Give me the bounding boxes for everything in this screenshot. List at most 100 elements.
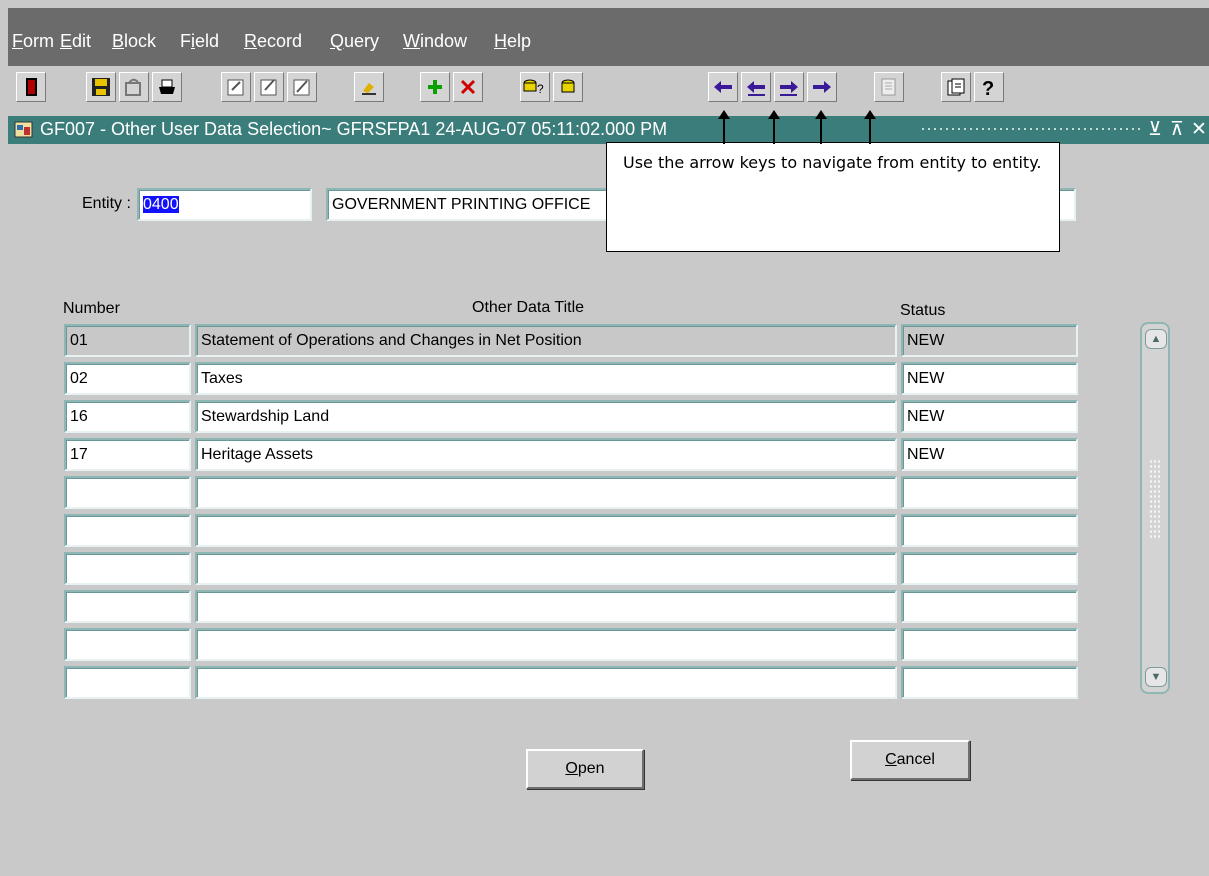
callout-pointer-arrow xyxy=(718,110,730,144)
exit-button[interactable] xyxy=(16,72,46,102)
execute-query-icon xyxy=(561,79,575,93)
row-title-cell[interactable] xyxy=(195,514,897,547)
enter-query-icon: ? xyxy=(523,79,544,96)
row-title-cell[interactable]: Taxes xyxy=(195,362,897,395)
open-button[interactable]: Open xyxy=(526,749,644,789)
scroll-down-button[interactable]: ▼ xyxy=(1145,667,1167,687)
options-button[interactable] xyxy=(941,72,971,102)
table-scrollbar[interactable]: ▲ ▼ xyxy=(1140,322,1170,694)
row-title-cell[interactable] xyxy=(195,552,897,585)
row-status-cell[interactable] xyxy=(901,514,1078,547)
previous-block-button[interactable] xyxy=(708,72,738,102)
rollback-button[interactable] xyxy=(119,72,149,102)
row-title-cell[interactable]: Stewardship Land xyxy=(195,400,897,433)
row-status-cell[interactable]: NEW xyxy=(901,362,1078,395)
row-title-cell[interactable] xyxy=(195,628,897,661)
row-status-cell[interactable] xyxy=(901,590,1078,623)
clear-block-button[interactable] xyxy=(287,72,317,102)
toolbar: ? ? xyxy=(8,66,1209,116)
minimize-icon[interactable]: ⊻ xyxy=(1148,118,1162,141)
save-button[interactable] xyxy=(86,72,116,102)
row-status-cell[interactable]: NEW xyxy=(901,324,1078,357)
window-title-bar[interactable]: GF007 - Other User Data Selection~ GFRSF… xyxy=(8,116,1209,144)
row-number-cell[interactable]: 16 xyxy=(64,400,191,433)
menu-form[interactable]: Form xyxy=(12,31,54,52)
next-record-button[interactable] xyxy=(774,72,804,102)
menu-field[interactable]: Field xyxy=(180,31,219,52)
row-number-cell[interactable] xyxy=(64,666,191,699)
callout-note: Use the arrow keys to navigate from enti… xyxy=(606,142,1060,252)
rollback-icon xyxy=(125,78,141,96)
row-title-cell[interactable]: Heritage Assets xyxy=(195,438,897,471)
clear-record-button[interactable] xyxy=(254,72,284,102)
clear-field-icon xyxy=(227,79,244,96)
row-number-cell[interactable] xyxy=(64,628,191,661)
clear-field-button[interactable] xyxy=(221,72,251,102)
menu-edit[interactable]: Edit xyxy=(60,31,91,52)
menu-record[interactable]: Record xyxy=(244,31,302,52)
menu-query[interactable]: Query xyxy=(330,31,379,52)
row-number-cell[interactable] xyxy=(64,552,191,585)
previous-record-button[interactable] xyxy=(741,72,771,102)
row-title-cell[interactable] xyxy=(195,476,897,509)
edit-button[interactable] xyxy=(354,72,384,102)
svg-text:?: ? xyxy=(537,82,544,96)
window-title: GF007 - Other User Data Selection~ GFRSF… xyxy=(40,119,668,139)
row-status-cell[interactable]: NEW xyxy=(901,438,1078,471)
remove-record-button[interactable] xyxy=(453,72,483,102)
options-icon xyxy=(947,78,965,96)
exit-icon xyxy=(26,78,37,96)
menu-window[interactable]: Window xyxy=(403,31,467,52)
row-title-cell[interactable] xyxy=(195,666,897,699)
insert-record-button[interactable] xyxy=(420,72,450,102)
row-number-cell[interactable] xyxy=(64,590,191,623)
row-status-cell[interactable] xyxy=(901,666,1078,699)
menu-bar: Form Edit Block Field Record Query Windo… xyxy=(8,8,1209,66)
execute-query-button[interactable] xyxy=(553,72,583,102)
previous-record-icon xyxy=(747,81,765,96)
row-number-cell[interactable] xyxy=(64,514,191,547)
row-status-cell[interactable] xyxy=(901,552,1078,585)
entity-name-value: GOVERNMENT PRINTING OFFICE xyxy=(332,196,591,213)
scroll-grip[interactable] xyxy=(1149,459,1161,539)
chevron-up-icon: ▲ xyxy=(1150,333,1162,345)
entity-code-field[interactable]: 0400 xyxy=(137,188,312,221)
row-title-cell[interactable] xyxy=(195,590,897,623)
clear-block-icon xyxy=(293,79,310,96)
row-number-cell[interactable]: 02 xyxy=(64,362,191,395)
row-status-cell[interactable] xyxy=(901,476,1078,509)
help-button[interactable]: ? xyxy=(974,72,1004,102)
previous-block-icon xyxy=(714,81,732,93)
menu-help[interactable]: Help xyxy=(494,31,531,52)
enter-query-button[interactable]: ? xyxy=(520,72,550,102)
form-window-icon xyxy=(14,121,33,138)
svg-text:?: ? xyxy=(982,78,994,97)
row-status-cell[interactable]: NEW xyxy=(901,400,1078,433)
print-button[interactable] xyxy=(152,72,182,102)
print-icon xyxy=(159,79,175,94)
entity-code-value: 0400 xyxy=(143,196,179,213)
clear-record-icon xyxy=(260,79,277,96)
insert-record-icon xyxy=(428,80,442,94)
form-window: Form Edit Block Field Record Query Windo… xyxy=(0,0,1209,876)
chevron-down-icon: ▼ xyxy=(1150,671,1162,683)
row-number-cell[interactable] xyxy=(64,476,191,509)
next-block-button[interactable] xyxy=(807,72,837,102)
entity-label: Entity : xyxy=(82,195,131,212)
next-record-icon xyxy=(780,81,798,96)
callout-pointer-arrow xyxy=(815,110,827,144)
column-header-title: Other Data Title xyxy=(472,299,585,316)
close-icon[interactable]: ✕ xyxy=(1191,118,1207,141)
row-number-cell[interactable]: 01 xyxy=(64,324,191,357)
title-bar-pattern xyxy=(920,126,1140,134)
maximize-icon[interactable]: ⊼ xyxy=(1170,118,1184,141)
row-number-cell[interactable]: 17 xyxy=(64,438,191,471)
menu-block[interactable]: Block xyxy=(112,31,156,52)
list-button[interactable] xyxy=(874,72,904,102)
row-title-cell[interactable]: Statement of Operations and Changes in N… xyxy=(195,324,897,357)
row-status-cell[interactable] xyxy=(901,628,1078,661)
cancel-button[interactable]: Cancel xyxy=(850,740,970,780)
scroll-up-button[interactable]: ▲ xyxy=(1145,329,1167,349)
column-header-number: Number xyxy=(63,300,120,317)
callout-pointer-arrow xyxy=(864,110,876,144)
